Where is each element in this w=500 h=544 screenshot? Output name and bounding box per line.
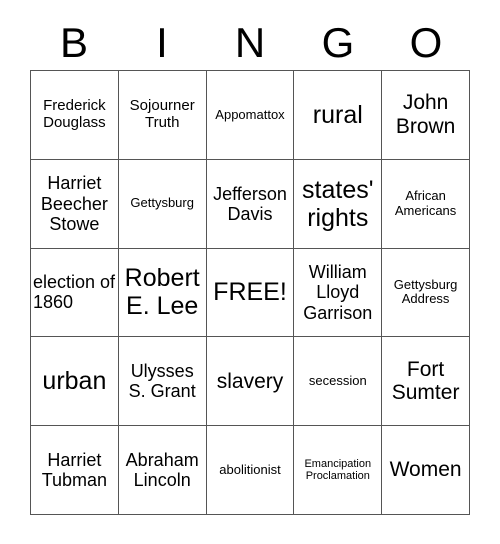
bingo-square-label: Harriet Tubman bbox=[41, 449, 108, 491]
bingo-square-label: Abraham Lincoln bbox=[125, 449, 199, 491]
bingo-square-r3-c4[interactable]: William Lloyd Garrison bbox=[294, 248, 383, 338]
bingo-square-r5-c5[interactable]: Women bbox=[382, 426, 470, 515]
bingo-square-r5-c4[interactable]: Emancipation Proclamation bbox=[294, 426, 383, 515]
bingo-grid: Frederick Douglass Sojourner Truth Appomat… bbox=[30, 70, 470, 515]
bingo-square-label: election of 1860 bbox=[33, 272, 116, 313]
bingo-square-r2-c4[interactable]: states' rights bbox=[294, 159, 383, 249]
bingo-square-r3-c3[interactable]: FREE! bbox=[206, 248, 295, 338]
bingo-square-r4-c4[interactable]: secession bbox=[294, 337, 383, 427]
bingo-square-r2-c1[interactable]: Harriet Beecher Stowe bbox=[31, 159, 119, 249]
bingo-header-letter-1: I bbox=[156, 19, 168, 66]
bingo-square-label: Gettysburg Address bbox=[393, 276, 458, 307]
bingo-square-label: urban bbox=[42, 367, 107, 396]
bingo-square-label: Robert E. Lee bbox=[124, 264, 200, 321]
bingo-square-label: states' rights bbox=[302, 175, 374, 232]
bingo-square-r1-c5[interactable]: John Brown bbox=[382, 71, 470, 160]
bingo-header-letter-3: G bbox=[321, 19, 355, 66]
bingo-square-label: slavery bbox=[216, 369, 284, 393]
bingo-card: B I N G O Frederick Douglass Sojourner Truth A… bbox=[0, 0, 500, 544]
bingo-square-r2-c3[interactable]: Jefferson Davis bbox=[206, 159, 295, 249]
bingo-square-label: Gettysburg bbox=[130, 195, 194, 211]
bingo-square-label: William Lloyd Garrison bbox=[303, 262, 373, 323]
bingo-square-r3-c1[interactable]: election of 1860 bbox=[31, 248, 119, 338]
bingo-square-r5-c3[interactable]: abolitionist bbox=[206, 426, 295, 515]
bingo-square-label: Ulysses S. Grant bbox=[128, 361, 196, 402]
bingo-header-letter-2: N bbox=[234, 19, 266, 66]
bingo-square-r4-c5[interactable]: Fort Sumter bbox=[382, 337, 470, 427]
bingo-header-letter-4: O bbox=[409, 19, 443, 66]
bingo-square-r3-c5[interactable]: Gettysburg Address bbox=[382, 248, 470, 338]
bingo-square-label: FREE! bbox=[213, 278, 287, 307]
bingo-square-r2-c2[interactable]: Gettysburg bbox=[118, 159, 207, 249]
bingo-square-label: Women bbox=[389, 458, 462, 482]
bingo-square-r5-c1[interactable]: Harriet Tubman bbox=[31, 426, 119, 515]
bingo-square-r3-c2[interactable]: Robert E. Lee bbox=[118, 248, 207, 338]
bingo-square-r2-c5[interactable]: African Americans bbox=[382, 159, 470, 249]
bingo-square-r1-c1[interactable]: Frederick Douglass bbox=[31, 71, 119, 160]
bingo-square-label: abolitionist bbox=[219, 461, 281, 477]
bingo-square-r4-c1[interactable]: urban bbox=[31, 337, 119, 427]
bingo-square-label: Jefferson Davis bbox=[213, 183, 287, 224]
bingo-square-r4-c2[interactable]: Ulysses S. Grant bbox=[118, 337, 207, 427]
bingo-square-r5-c2[interactable]: Abraham Lincoln bbox=[118, 426, 207, 515]
bingo-square-label: Emancipation Proclamation bbox=[304, 457, 372, 483]
bingo-square-label: John Brown bbox=[395, 91, 456, 138]
bingo-square-r4-c3[interactable]: slavery bbox=[206, 337, 295, 427]
bingo-square-label: Sojourner Truth bbox=[129, 97, 195, 131]
bingo-square-r1-c2[interactable]: Sojourner Truth bbox=[118, 71, 207, 160]
bingo-square-label: Frederick Douglass bbox=[43, 97, 106, 131]
bingo-square-label: Fort Sumter bbox=[391, 357, 460, 405]
bingo-square-label: African Americans bbox=[394, 188, 457, 218]
bingo-square-label: Harriet Beecher Stowe bbox=[40, 173, 108, 234]
bingo-header-letter-0: B bbox=[59, 19, 88, 66]
bingo-square-r1-c4[interactable]: rural bbox=[294, 71, 383, 160]
bingo-square-r1-c3[interactable]: Appomattox bbox=[206, 71, 295, 160]
bingo-square-label: rural bbox=[312, 100, 363, 129]
bingo-header: BINGO bbox=[30, 16, 470, 70]
bingo-square-label: secession bbox=[308, 373, 367, 389]
bingo-square-label: Appomattox bbox=[215, 106, 285, 122]
